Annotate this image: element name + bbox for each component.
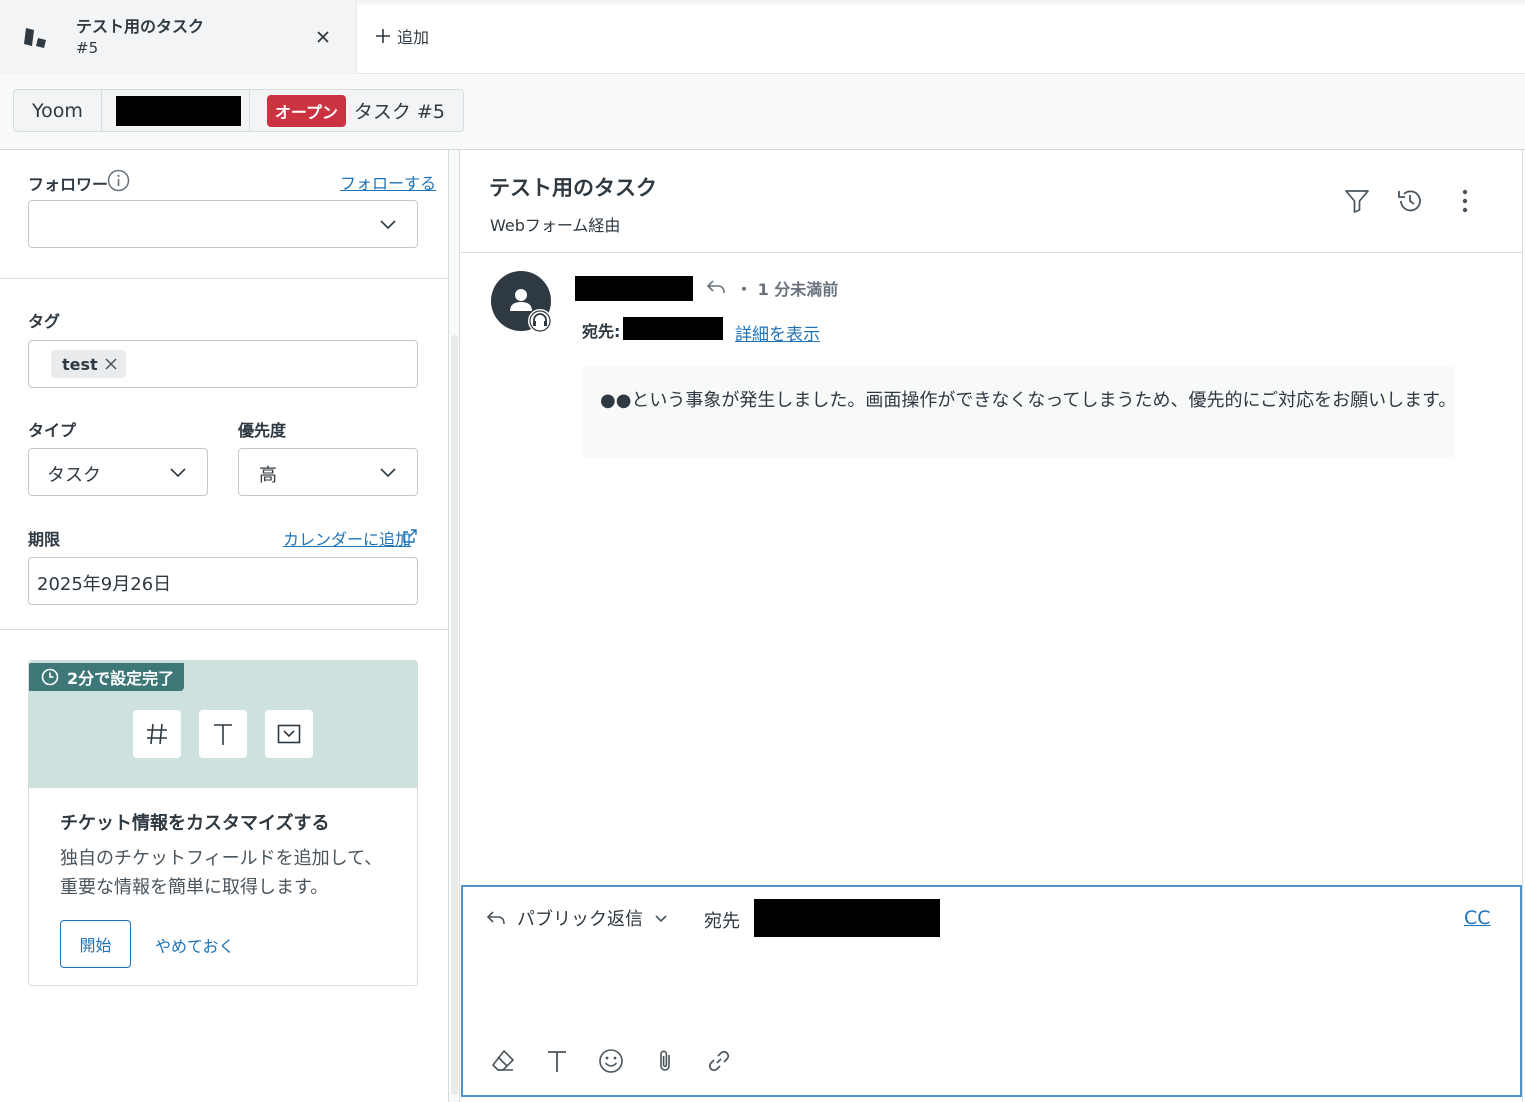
- breadcrumb-ticket-label: タスク #5: [353, 101, 445, 123]
- breadcrumb-ticket[interactable]: オープン タスク #5: [250, 90, 463, 131]
- redacted-recipient[interactable]: [754, 899, 940, 937]
- priority-select[interactable]: 高: [238, 448, 418, 496]
- info-icon[interactable]: [107, 169, 130, 192]
- promo-description: 独自のチケットフィールドを追加して、重要な情報を簡単に取得します。: [60, 848, 383, 898]
- type-value: タスク: [47, 465, 101, 486]
- add-tab-button[interactable]: 追加: [375, 24, 429, 48]
- redacted-requester: [115, 95, 241, 126]
- history-icon[interactable]: [1396, 187, 1424, 215]
- scrollbar-thumb[interactable]: [451, 335, 458, 1095]
- zendesk-logo-icon: [24, 26, 50, 48]
- external-link-icon: [403, 529, 417, 543]
- divider: [0, 278, 449, 279]
- priority-value: 高: [259, 465, 277, 486]
- promo-title: チケット情報をカスタマイズする: [60, 813, 330, 834]
- message-body: ●●という事象が発生しました。画面操作ができなくなってしまうため、優先的にご対応…: [582, 366, 1457, 458]
- ticket-properties-panel: フォロワー フォローする タグ test タイプ タスク 優先度 高 期限 カレ…: [0, 150, 449, 1102]
- composer-toolbar: [489, 1047, 733, 1075]
- start-button[interactable]: 開始: [60, 920, 131, 968]
- reply-type-dropdown[interactable]: パブリック返信: [485, 905, 669, 931]
- scrollbar[interactable]: [449, 150, 460, 1102]
- skip-link[interactable]: やめておく: [155, 933, 235, 957]
- due-date-field[interactable]: 2025年9月26日: [28, 557, 418, 605]
- show-details-link[interactable]: 詳細を表示: [735, 320, 820, 345]
- hash-icon: [133, 710, 181, 758]
- redacted-author-name: [575, 276, 693, 301]
- tags-field[interactable]: test: [28, 340, 418, 388]
- chevron-down-icon: [169, 463, 187, 481]
- chevron-down-icon: [379, 463, 397, 481]
- tab-subtitle: #5: [76, 39, 99, 57]
- tab-ticket[interactable]: テスト用のタスク #5: [0, 0, 357, 74]
- reply-composer[interactable]: パブリック返信 宛先 CC: [461, 885, 1522, 1097]
- close-icon[interactable]: [313, 27, 333, 47]
- plus-icon: [376, 29, 390, 43]
- customize-promo-card: 2分で設定完了 チケット情報をカスタマイズする 独自のチケットフィールドを追加し…: [28, 660, 418, 986]
- followers-label: フォロワー: [28, 175, 109, 194]
- tag-remove-icon[interactable]: [104, 357, 118, 371]
- tab-bar: テスト用のタスク #5 追加: [0, 0, 1525, 74]
- status-badge: オープン: [266, 94, 346, 127]
- filter-icon[interactable]: [1343, 187, 1371, 215]
- type-label: タイプ: [28, 421, 77, 440]
- followers-field[interactable]: [28, 200, 418, 248]
- type-select[interactable]: タスク: [28, 448, 208, 496]
- divider: [0, 629, 449, 630]
- redacted-recipient: [623, 317, 723, 340]
- follow-link[interactable]: フォローする: [340, 170, 436, 194]
- breadcrumb-org[interactable]: Yoom: [14, 90, 102, 131]
- ticket-title: テスト用のタスク: [489, 176, 657, 200]
- dropdown-icon: [265, 710, 313, 758]
- conversation-header: テスト用のタスク Webフォーム経由: [461, 150, 1523, 253]
- ticket-channel: Webフォーム経由: [490, 216, 621, 235]
- due-date-value: 2025年9月26日: [37, 574, 172, 595]
- breadcrumb-bar: Yoom オープン タスク #5: [0, 74, 1525, 150]
- chevron-down-icon: [379, 215, 397, 233]
- tags-label: タグ: [28, 312, 61, 331]
- tag-label: test: [62, 354, 98, 374]
- breadcrumb-org-label: Yoom: [32, 99, 83, 122]
- message-text: ●●という事象が発生しました。画面操作ができなくなってしまうため、優先的にご対応…: [600, 390, 1457, 411]
- promo-badge-label: 2分で設定完了: [67, 669, 175, 688]
- message-to-label: 宛先:: [582, 322, 621, 341]
- composer-to-label: 宛先: [704, 911, 740, 932]
- eraser-icon[interactable]: [489, 1047, 517, 1075]
- cc-link[interactable]: CC: [1464, 907, 1491, 929]
- emoji-icon[interactable]: [597, 1047, 625, 1075]
- promo-badge: 2分で設定完了: [29, 663, 185, 691]
- text-icon: [199, 710, 247, 758]
- reply-type-label: パブリック返信: [517, 909, 643, 930]
- tag-chip: test: [51, 350, 126, 378]
- promo-banner: 2分で設定完了: [29, 661, 417, 788]
- message-timestamp: ・ 1 分未満前: [736, 280, 839, 299]
- text-format-icon[interactable]: [543, 1047, 571, 1075]
- priority-label: 優先度: [238, 421, 287, 440]
- tab-title: テスト用のタスク: [76, 17, 205, 36]
- due-label: 期限: [28, 530, 61, 549]
- reply-icon: [705, 276, 727, 298]
- link-icon[interactable]: [705, 1047, 733, 1075]
- breadcrumb: Yoom オープン タスク #5: [13, 89, 464, 132]
- reply-icon: [486, 911, 505, 925]
- more-options-icon[interactable]: [1451, 187, 1479, 215]
- add-to-calendar-link[interactable]: カレンダーに追加: [283, 526, 411, 550]
- attachment-icon[interactable]: [651, 1047, 679, 1075]
- add-tab-label: 追加: [397, 28, 430, 47]
- clock-icon: [41, 668, 59, 686]
- agent-avatar: [491, 271, 553, 333]
- breadcrumb-requester[interactable]: [102, 90, 250, 131]
- chevron-down-icon: [655, 915, 667, 923]
